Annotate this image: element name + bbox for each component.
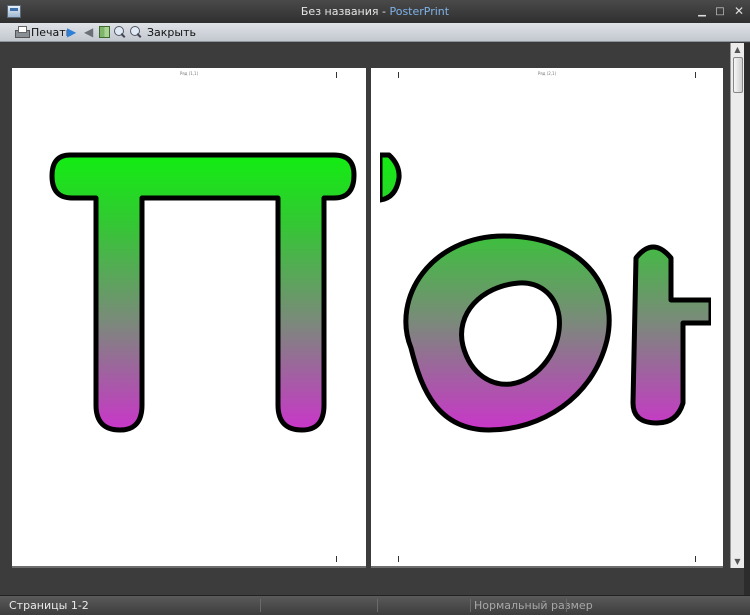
zoom-in-button[interactable] [114,24,126,40]
window-title: Без названия - PosterPrint [301,5,449,18]
page-view-button[interactable] [99,24,110,40]
next-page-icon: ▶ [67,25,77,39]
book-view-icon [99,26,110,38]
close-preview-button[interactable]: Закрыть [147,24,196,40]
printer-icon [15,26,30,38]
vertical-scrollbar[interactable]: ▲ ▼ [730,43,744,568]
print-label: Печать [31,25,73,39]
close-window-button[interactable]: ✕ [731,0,747,23]
preview-page-1: Ряд (1,1) [12,68,366,566]
status-pages: Страницы 1-2 [9,599,89,612]
print-button[interactable]: Печать [15,24,72,40]
poster-letters-ok [380,152,711,433]
status-divider [377,599,378,612]
app-icon[interactable] [7,5,21,18]
maximize-button[interactable]: □ [712,0,728,23]
title-separator: - [378,5,390,18]
preview-area-bottom [0,568,744,595]
document-name: Без названия [300,5,379,18]
previous-page-icon: ◀ [84,25,94,39]
app-name: PosterPrint [389,5,450,18]
scroll-up-icon[interactable]: ▲ [731,43,744,56]
previous-page-button[interactable]: ◀ [84,24,93,40]
zoom-out-icon [130,26,142,38]
close-preview-label: Закрыть [147,25,196,39]
minimize-button[interactable]: ▁ [694,0,710,23]
title-bar: Без названия - PosterPrint ▁ □ ✕ [0,0,750,23]
status-divider [470,599,471,612]
status-divider [260,599,261,612]
status-divider [566,599,567,612]
zoom-in-icon [114,26,126,38]
status-bar: Страницы 1-2 Нормальный размер [0,595,750,615]
zoom-out-button[interactable] [130,24,142,40]
window-frame [744,43,750,595]
poster-letter-pe [49,152,357,433]
status-zoom: Нормальный размер [474,599,593,612]
scrollbar-thumb[interactable] [733,57,743,93]
scroll-down-icon[interactable]: ▼ [731,555,744,568]
preview-page-2: Ряд (2,1) [371,68,723,566]
next-page-button[interactable]: ▶ [67,24,76,40]
preview-toolbar: Печать ▶ ◀ Закрыть [0,23,750,42]
